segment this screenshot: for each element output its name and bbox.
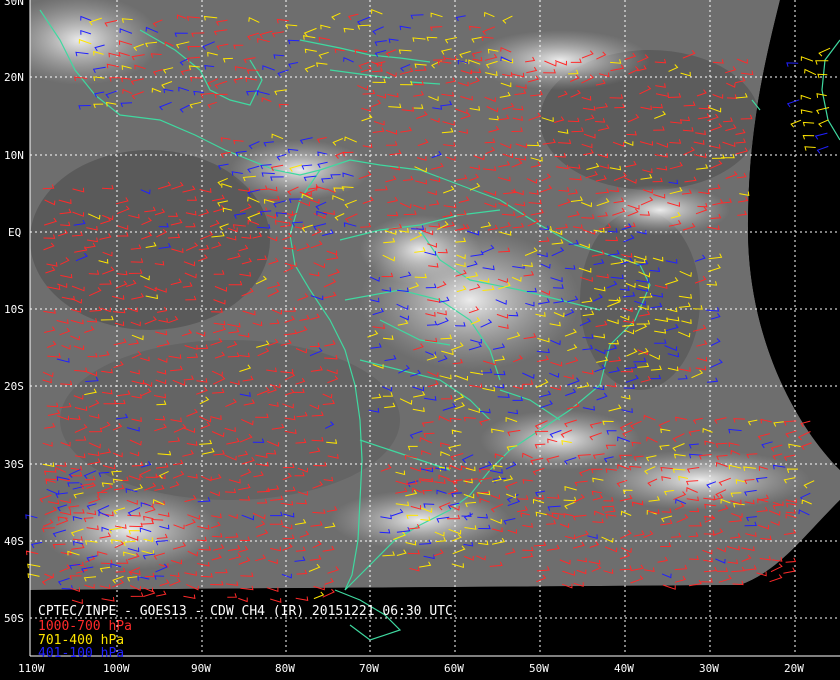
lon-label: 20W	[784, 662, 804, 675]
lon-label: 100W	[103, 662, 130, 675]
lat-label: 30N	[4, 0, 24, 8]
ocean-patch	[580, 210, 700, 390]
lat-label: 40S	[4, 535, 24, 548]
lat-label: 30S	[4, 458, 24, 471]
lon-label: 60W	[444, 662, 464, 675]
lon-label: 90W	[191, 662, 211, 675]
lat-label: 20N	[4, 71, 24, 84]
lon-label: 110W	[18, 662, 45, 675]
lon-label: 40W	[614, 662, 634, 675]
cloud	[590, 450, 810, 510]
lat-label: EQ	[8, 226, 21, 239]
cloud	[470, 30, 650, 90]
legend-high-level: 401-100 hPa	[38, 646, 125, 661]
lon-label: 80W	[275, 662, 295, 675]
map-title: CPTEC/INPE - GOES13 - CDW CH4 (IR) 20151…	[38, 604, 453, 619]
satellite-wind-map: 30N 20N 10N EQ 10S 20S 30S 40S 50S 110W …	[0, 0, 840, 680]
lon-label: 30W	[699, 662, 719, 675]
cloud	[230, 140, 370, 200]
lat-label: 50S	[4, 612, 24, 625]
lon-label: 50W	[529, 662, 549, 675]
lon-label: 70W	[359, 662, 379, 675]
lat-label: 10S	[4, 303, 24, 316]
cloud	[480, 410, 640, 470]
legend-low-level: 1000-700 hPa	[38, 619, 132, 634]
lat-label: 10N	[4, 149, 24, 162]
lat-label: 20S	[4, 380, 24, 393]
